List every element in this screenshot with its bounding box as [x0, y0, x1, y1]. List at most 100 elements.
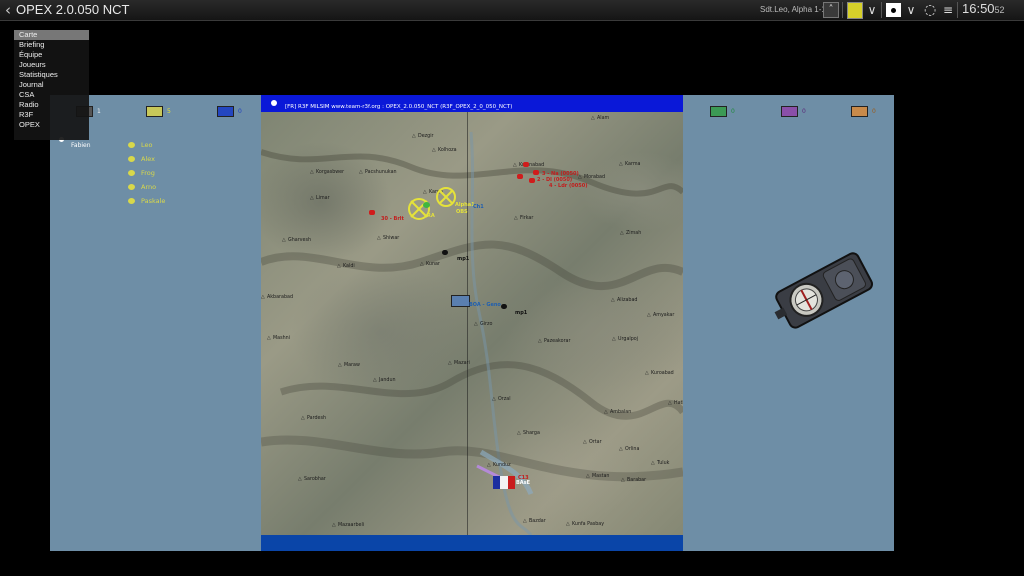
menu-item-carte[interactable]: Carte — [14, 30, 89, 40]
place-name: Tuluk — [657, 461, 670, 466]
layers-icon[interactable]: ≡ — [942, 2, 954, 18]
place-name: Amyakar — [653, 313, 675, 318]
menu-item-radio[interactable]: Radio — [14, 100, 89, 110]
place-marker-icon: △ — [517, 431, 521, 436]
menu-item-r3f[interactable]: R3F — [14, 110, 89, 120]
place-marker-icon: △ — [492, 397, 496, 402]
place-name: Korgasbwer — [316, 170, 345, 175]
squad-label: RA — [427, 213, 435, 219]
terrain-relief — [261, 131, 683, 535]
zone-label: BOA - Geno — [469, 302, 501, 308]
menu-item-csa[interactable]: CSA — [14, 90, 89, 100]
menu-item-journal[interactable]: Journal — [14, 80, 89, 90]
menu-item-opex[interactable]: OPEX — [14, 120, 89, 130]
unit-name: Frog — [141, 169, 155, 177]
group-color-box — [781, 106, 798, 117]
place-marker-icon: △ — [338, 363, 342, 368]
blue-zone-marker[interactable] — [451, 295, 470, 307]
base-flag-icon[interactable] — [493, 476, 515, 489]
expand-up-button[interactable]: ˄ — [823, 2, 839, 18]
place-marker-icon: △ — [301, 416, 305, 421]
terrain-map[interactable]: △ Alam △ Dezgir △ Kolhoza △ Korgasbwer △ Pacshunu… — [261, 112, 683, 535]
clock-seconds: 52 — [994, 5, 1005, 15]
place-marker-icon: △ — [332, 523, 336, 528]
clock-hm: 16:50 — [962, 1, 995, 16]
place-marker-icon: △ — [373, 378, 377, 383]
unit-name: Alex — [141, 155, 155, 163]
compass-icon[interactable] — [770, 250, 880, 330]
poi-marker[interactable] — [501, 304, 507, 309]
place-name: Barabar — [627, 478, 647, 483]
place-name: Kunar — [426, 262, 440, 267]
group-count: 0 — [802, 108, 806, 115]
chevron-up-icon: ˄ — [828, 4, 834, 15]
place-name: Ortar — [589, 440, 602, 445]
place-name: Alam — [597, 116, 610, 121]
place-marker-icon: △ — [513, 163, 517, 168]
player-role-label: Sdt.Leo, Alpha 1-1 — [760, 5, 826, 14]
server-info: [FR] R3F MILSIM www.team-r3f.org : OPEX_… — [285, 104, 513, 110]
enemy-marker[interactable] — [517, 174, 523, 179]
place-marker-icon: △ — [423, 190, 427, 195]
place-name: Alizabad — [617, 298, 638, 303]
place-name: Dezgir — [418, 134, 434, 139]
place-name: Hatlar — [674, 401, 683, 406]
squad-label: Alpha1 — [455, 202, 475, 208]
enemy-label: 30 - Brlt — [381, 216, 404, 222]
place-name: Sharga — [523, 431, 540, 436]
map-grid-line — [467, 112, 468, 535]
group-count: 0 — [872, 108, 876, 115]
unit-name: Paskale — [141, 197, 166, 205]
map-area: [FR] R3F MILSIM www.team-r3f.org : OPEX_… — [261, 95, 683, 551]
map-footer-bar — [261, 535, 683, 551]
place-name: Maraw — [344, 363, 360, 368]
place-name: Karma — [625, 162, 641, 167]
place-marker-icon: △ — [420, 262, 424, 267]
gps-icon[interactable]: ◌ — [924, 2, 936, 18]
group-count: 5 — [167, 108, 171, 115]
enemy-marker[interactable] — [369, 210, 375, 215]
place-name: Mazaarbeli — [338, 523, 365, 528]
place-name: Girzo — [480, 322, 493, 327]
place-name: Bazdar — [529, 519, 546, 524]
target-reticle-icon[interactable] — [435, 186, 457, 208]
place-name: Kolhoza — [438, 148, 457, 153]
place-name: Akbarabad — [267, 295, 293, 300]
place-marker-icon: △ — [337, 264, 341, 269]
place-marker-icon: △ — [611, 298, 615, 303]
server-indicator-icon — [271, 100, 277, 106]
menu-item-statistiques[interactable]: Statistiques — [14, 70, 89, 80]
marker-selector[interactable] — [886, 3, 901, 17]
place-name: Mazari — [454, 361, 470, 366]
place-name: Kuroabad — [651, 371, 674, 376]
menu-item-joueurs[interactable]: Joueurs — [14, 60, 89, 70]
player-name[interactable]: Fabien — [71, 142, 91, 149]
left-group-panel: 1 5 0 Fabien Leo Alex Frog Arno Paskale — [50, 95, 261, 551]
place-marker-icon: △ — [612, 337, 616, 342]
group-count: 0 — [731, 108, 735, 115]
marker-dropdown-chevron-icon[interactable]: ∨ — [905, 2, 917, 18]
place-name: Limar — [316, 196, 330, 201]
group-color-box — [710, 106, 727, 117]
back-chevron-icon[interactable]: ‹ — [2, 1, 14, 19]
enemy-marker[interactable] — [529, 178, 535, 183]
unit-label: Ch1 — [473, 204, 484, 210]
place-marker-icon: △ — [668, 401, 672, 406]
menu-item-equipe[interactable]: Équipe — [14, 50, 89, 60]
menu-item-briefing[interactable]: Briefing — [14, 40, 89, 50]
unit-label: OBS — [456, 209, 468, 215]
clock: 16:5052 — [962, 1, 1005, 16]
place-name: Ambalan — [610, 410, 632, 415]
place-marker-icon: △ — [586, 474, 590, 479]
color-dropdown-chevron-icon[interactable]: ∨ — [866, 2, 878, 18]
enemy-marker[interactable] — [533, 170, 539, 175]
place-marker-icon: △ — [645, 371, 649, 376]
player-color-swatch[interactable] — [847, 2, 863, 19]
place-marker-icon: △ — [523, 519, 527, 524]
unit-marker-icon — [128, 184, 135, 190]
place-name: Kunfa Pasbay — [572, 522, 605, 527]
friendly-unit-icon[interactable] — [423, 202, 430, 208]
poi-marker[interactable] — [442, 250, 448, 255]
unit-marker-icon — [128, 170, 135, 176]
enemy-marker[interactable] — [523, 162, 529, 167]
